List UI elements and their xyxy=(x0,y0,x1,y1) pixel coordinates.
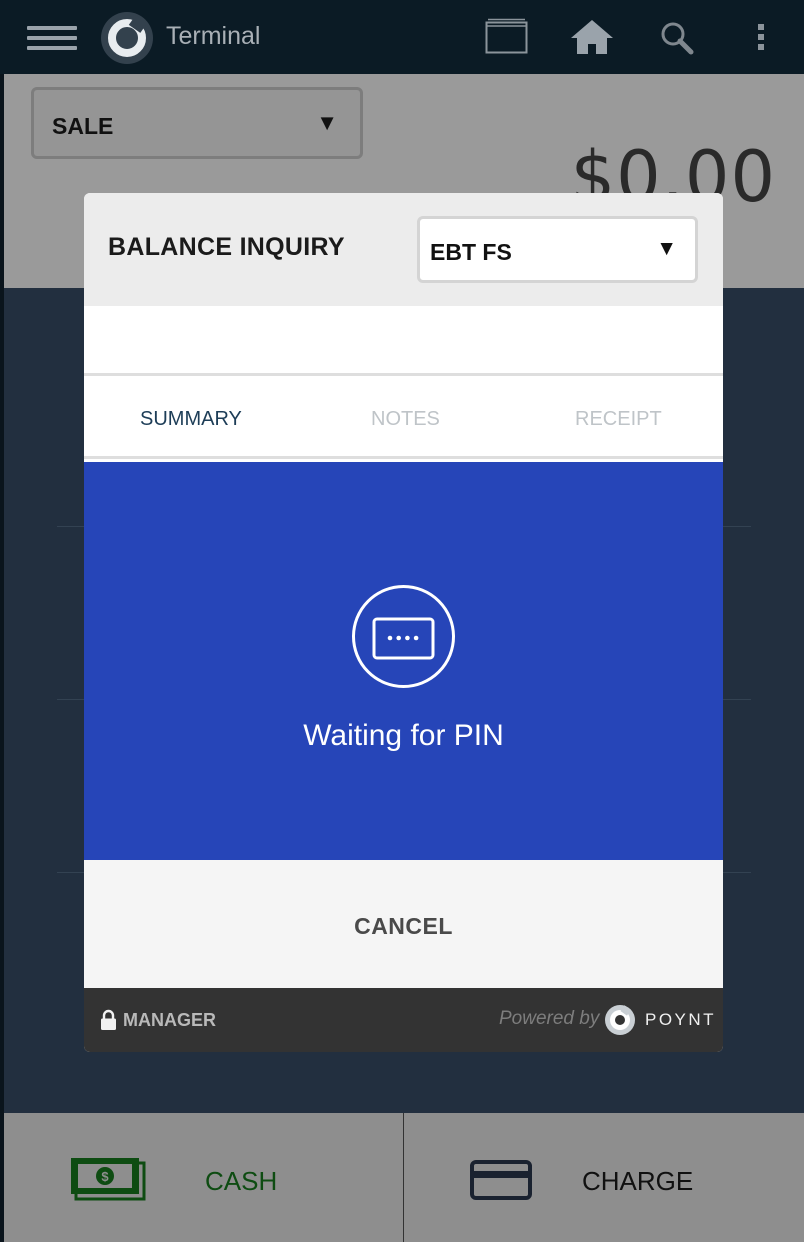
dialog-header: BALANCE INQUIRY EBT FS ▼ xyxy=(84,193,723,306)
charge-button[interactable]: CHARGE xyxy=(404,1113,804,1242)
transaction-type-value: SALE xyxy=(52,113,114,139)
cash-icon: $ xyxy=(70,1157,146,1206)
menu-icon[interactable] xyxy=(27,26,77,50)
chevron-down-icon: ▼ xyxy=(656,237,677,260)
overflow-menu-icon[interactable] xyxy=(756,22,766,57)
bottom-action-bar: $ CASH CHARGE xyxy=(4,1113,804,1242)
app-bar: Terminal xyxy=(0,0,804,74)
balance-inquiry-dialog: BALANCE INQUIRY EBT FS ▼ SUMMARY NOTES R… xyxy=(84,193,723,1052)
card-type-select[interactable]: EBT FS ▼ xyxy=(417,216,698,283)
cancel-label: CANCEL xyxy=(354,913,453,939)
window-icon[interactable] xyxy=(485,17,529,60)
cancel-button[interactable]: CANCEL xyxy=(84,860,723,988)
credit-card-icon xyxy=(470,1160,532,1205)
dialog-footer: MANAGER Powered by POYNT xyxy=(84,988,723,1052)
powered-by-text: Powered by xyxy=(499,1008,600,1029)
search-icon[interactable] xyxy=(660,21,694,60)
lock-icon xyxy=(100,1009,117,1036)
tab-summary[interactable]: SUMMARY xyxy=(140,408,242,431)
cash-label: CASH xyxy=(205,1166,278,1196)
poynt-logo-icon xyxy=(101,12,153,64)
home-icon[interactable] xyxy=(569,18,615,61)
tab-receipt[interactable]: RECEIPT xyxy=(575,408,662,431)
manager-label: MANAGER xyxy=(123,1010,216,1030)
card-type-value: EBT FS xyxy=(430,239,512,265)
pin-status-text: Waiting for PIN xyxy=(303,719,504,752)
cash-button[interactable]: $ CASH xyxy=(4,1113,403,1242)
poynt-brand-text: POYNT xyxy=(645,1010,717,1029)
transaction-type-select[interactable]: SALE ▼ xyxy=(31,87,363,159)
pin-status-panel: Waiting for PIN xyxy=(84,462,723,860)
app-title: Terminal xyxy=(166,22,261,50)
dialog-title: BALANCE INQUIRY xyxy=(108,233,345,261)
svg-text:$: $ xyxy=(101,1169,109,1184)
dialog-spacer xyxy=(84,306,723,376)
poynt-logo-icon xyxy=(605,1005,635,1035)
dialog-tabs: SUMMARY NOTES RECEIPT xyxy=(84,379,723,459)
pin-pad-icon xyxy=(352,585,455,688)
charge-label: CHARGE xyxy=(582,1166,694,1196)
chevron-down-icon: ▼ xyxy=(316,110,338,135)
tab-notes[interactable]: NOTES xyxy=(371,408,440,431)
